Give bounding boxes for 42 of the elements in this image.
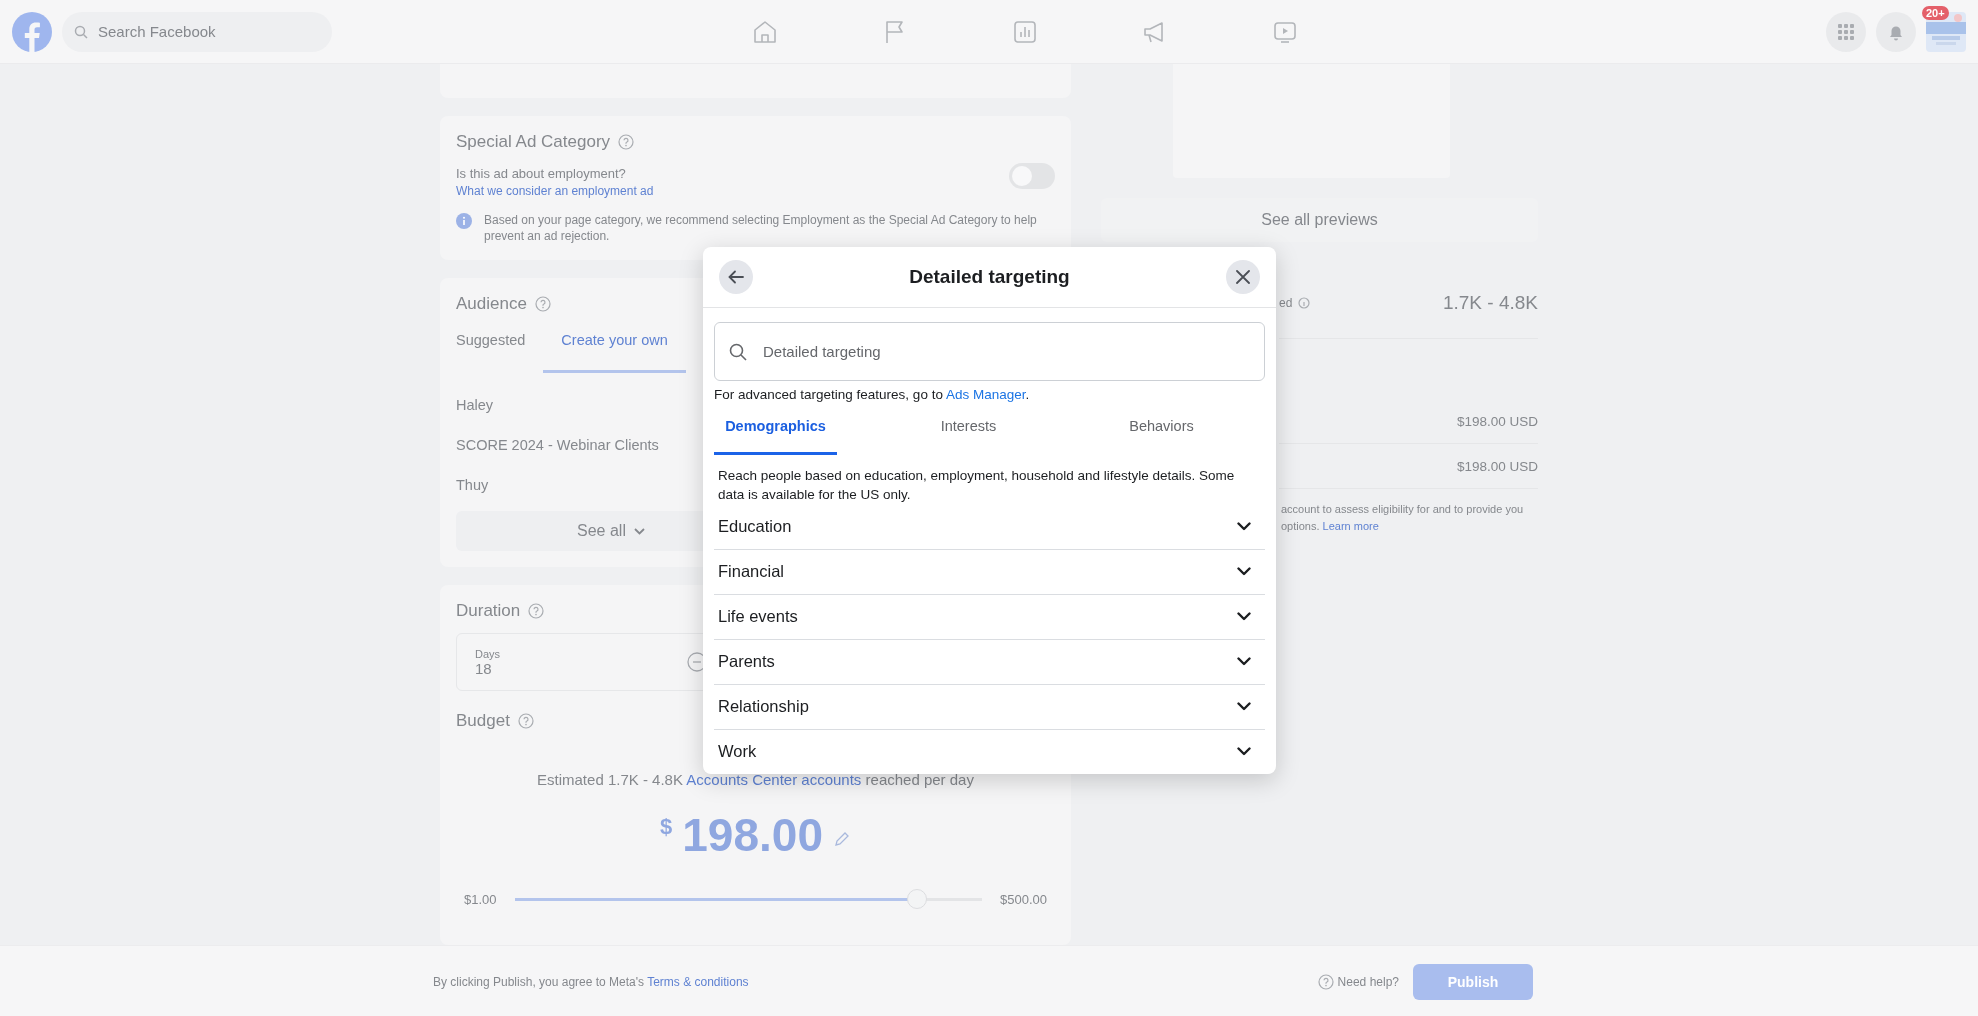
ads-manager-link[interactable]: Ads Manager: [945, 387, 1026, 402]
terms-text: By clicking Publish, you agree to Meta's Terms & conditions: [433, 974, 749, 989]
publish-button[interactable]: Publish: [1413, 963, 1533, 1000]
budget-amount: 198.00: [682, 808, 823, 863]
amount-value: $198.00 USD: [1456, 458, 1538, 474]
terms-link[interactable]: Terms & conditions: [647, 974, 749, 989]
category-row[interactable]: Financial: [714, 549, 1265, 595]
section-title: Duration: [456, 601, 521, 622]
search-box[interactable]: Search Facebook: [62, 11, 332, 52]
category-row[interactable]: Relationship: [714, 684, 1265, 730]
description-text: Reach people based on education, employment, household and lifestyle details. Some data is available for the US only.: [717, 467, 1236, 504]
audience-tab[interactable]: Create your own: [543, 332, 686, 374]
need-help-link[interactable]: Need help?: [1317, 973, 1399, 990]
category-tab[interactable]: Interests: [907, 406, 1030, 455]
amount-value: $198.00 USD: [1456, 413, 1538, 429]
notice-text: Based on your page category, we recommend selecting Employment as the Special Ad Category to help prevent an ad rejection.: [484, 213, 1038, 245]
learn-more-link[interactable]: Learn more: [1322, 519, 1379, 532]
slider-max: $500.00: [1000, 891, 1047, 907]
slider-min: $1.00: [464, 891, 497, 907]
hint-text: For advanced targeting features, go to Ads Manager.: [714, 387, 1031, 402]
reach-value: 1.7K - 4.8K: [1442, 292, 1538, 314]
category-tab[interactable]: Demographics: [714, 406, 837, 455]
employment-ad-link[interactable]: What we consider an employment ad: [456, 184, 654, 198]
section-title: Special Ad Category: [456, 132, 611, 152]
estimate-text: Estimated 1.7K - 4.8K Accounts Center accounts reached per day: [536, 771, 975, 789]
question-text: Is this ad about employment?: [456, 166, 627, 181]
note-text: options.: [1281, 519, 1320, 532]
category-tab[interactable]: Behaviors: [1100, 406, 1223, 455]
section-title: Audience: [456, 294, 527, 315]
section-title: Budget: [456, 711, 510, 732]
category-row[interactable]: Life events: [714, 594, 1265, 640]
category-row[interactable]: Education: [714, 504, 1265, 550]
category-row[interactable]: Parents: [714, 639, 1265, 685]
reach-label: ed: [1279, 296, 1293, 310]
search-field[interactable]: Search Facebook: [96, 22, 300, 41]
notification-badge: 20+: [1922, 5, 1949, 20]
audience-tab[interactable]: Suggested: [456, 332, 544, 374]
targeting-search-box[interactable]: Detailed targeting: [714, 322, 1265, 381]
dialog-title: Detailed targeting: [909, 266, 1070, 288]
note-text: account to assess eligibility for and to provide you: [1281, 502, 1525, 517]
currency-symbol: $: [660, 814, 673, 841]
category-row[interactable]: Work: [714, 729, 1265, 774]
